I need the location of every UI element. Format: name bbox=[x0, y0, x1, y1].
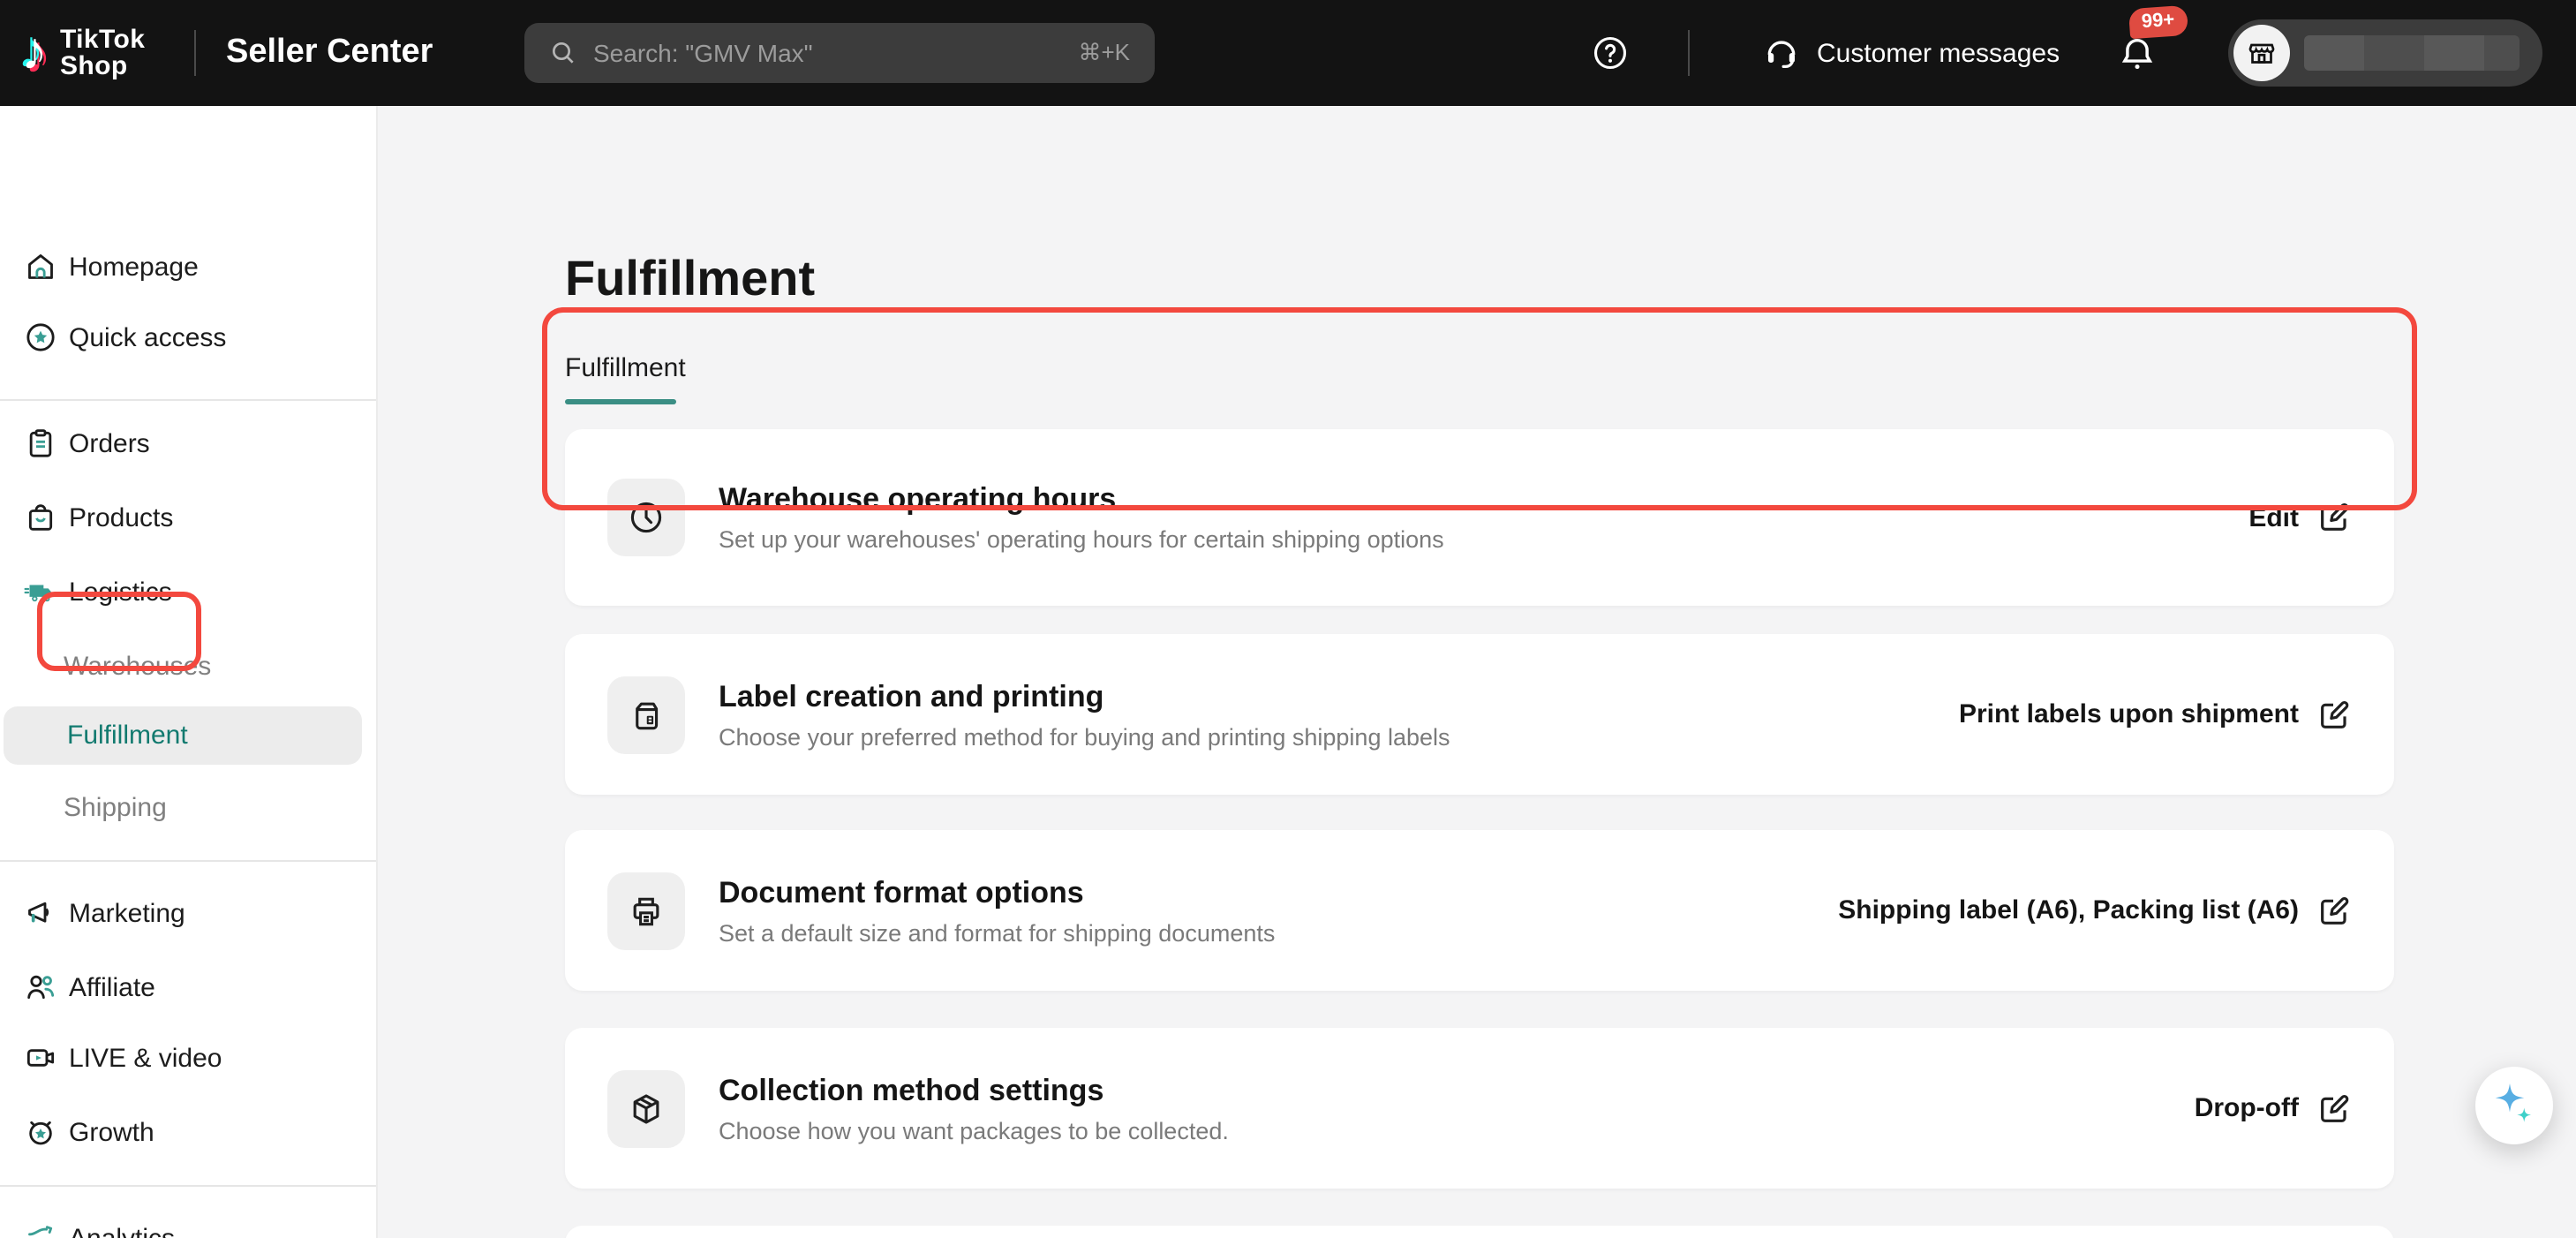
tab-fulfillment[interactable]: Fulfillment bbox=[565, 353, 686, 383]
sidebar-item-homepage[interactable]: Homepage bbox=[0, 242, 378, 291]
edit-icon bbox=[2316, 1091, 2352, 1126]
customer-messages-button[interactable]: Customer messages bbox=[1762, 0, 2060, 106]
sidebar-divider bbox=[0, 399, 376, 401]
headset-icon bbox=[1762, 34, 1801, 72]
truck-icon bbox=[23, 574, 58, 609]
products-icon bbox=[23, 500, 58, 535]
megaphone-icon bbox=[23, 895, 58, 931]
edit-warehouse-hours-button[interactable]: Edit bbox=[2248, 500, 2352, 535]
quick-access-icon bbox=[23, 320, 58, 355]
notifications-button[interactable] bbox=[2117, 34, 2158, 83]
topbar-divider bbox=[194, 30, 196, 76]
card-subtitle: Set up your warehouses' operating hours … bbox=[719, 526, 1444, 553]
card-subtitle: Set a default size and format for shippi… bbox=[719, 919, 1275, 946]
sidebar-item-quick-access[interactable]: Quick access bbox=[0, 313, 378, 362]
affiliate-users-icon bbox=[23, 970, 58, 1005]
storefront-icon bbox=[2246, 37, 2278, 69]
bell-icon bbox=[2117, 34, 2158, 74]
sidebar-nav: Homepage Quick access Orders bbox=[0, 106, 378, 1238]
notification-count-badge: 99+ bbox=[2128, 5, 2188, 39]
package-icon bbox=[607, 1069, 685, 1147]
card-subtitle: Choose how you want packages to be colle… bbox=[719, 1117, 1229, 1144]
search-icon bbox=[549, 39, 577, 67]
product-name: Seller Center bbox=[226, 0, 433, 106]
sidebar-item-products[interactable]: Products bbox=[0, 493, 378, 542]
clock-icon bbox=[607, 479, 685, 556]
sidebar-item-shipping[interactable]: Shipping bbox=[0, 782, 378, 832]
card-title: Warehouse operating hours bbox=[719, 482, 1444, 517]
edit-icon bbox=[2316, 500, 2352, 535]
sidebar-item-logistics[interactable]: Logistics bbox=[0, 567, 378, 616]
search-shortcut: ⌘+K bbox=[1078, 39, 1130, 67]
edit-icon bbox=[2316, 697, 2352, 732]
avatar bbox=[2233, 25, 2290, 81]
home-icon bbox=[23, 249, 58, 284]
ai-assistant-button[interactable] bbox=[2475, 1067, 2553, 1144]
brand-name: TikTok Shop bbox=[60, 26, 145, 79]
edit-document-format-button[interactable]: Shipping label (A6), Packing list (A6) bbox=[1838, 893, 2352, 928]
growth-icon bbox=[23, 1114, 58, 1150]
card-title: Label creation and printing bbox=[719, 679, 1450, 714]
card-label-creation: Label creation and printing Choose your … bbox=[565, 634, 2394, 795]
sidebar-item-marketing[interactable]: Marketing bbox=[0, 888, 378, 938]
help-icon bbox=[1591, 34, 1630, 72]
tab-active-underline bbox=[565, 399, 676, 404]
sidebar-item-fulfillment[interactable]: Fulfillment bbox=[4, 706, 362, 765]
sidebar-item-analytics[interactable]: Analytics bbox=[0, 1213, 378, 1238]
card-title: Document format options bbox=[719, 875, 1275, 910]
search-placeholder: Search: "GMV Max" bbox=[593, 39, 1062, 67]
top-bar: ♪ TikTok Shop Seller Center Search: "GMV… bbox=[0, 0, 2576, 106]
printer-icon bbox=[607, 872, 685, 949]
main-content: Fulfillment Fulfillment Warehouse operat… bbox=[378, 106, 2576, 1238]
card-subtitle: Choose your preferred method for buying … bbox=[719, 723, 1450, 750]
video-camera-icon bbox=[23, 1040, 58, 1076]
edit-collection-method-button[interactable]: Drop-off bbox=[2195, 1091, 2352, 1126]
orders-icon bbox=[23, 426, 58, 461]
account-name-redacted bbox=[2304, 35, 2520, 71]
sidebar-divider bbox=[0, 860, 376, 862]
page-title: Fulfillment bbox=[565, 251, 815, 307]
sidebar-item-warehouses[interactable]: Warehouses bbox=[0, 641, 378, 691]
edit-icon bbox=[2316, 893, 2352, 928]
tiktok-shop-logo[interactable]: ♪ TikTok Shop bbox=[21, 0, 145, 106]
analytics-icon bbox=[23, 1220, 58, 1238]
card-title: Collection method settings bbox=[719, 1073, 1229, 1108]
sparkle-icon bbox=[2488, 1079, 2541, 1132]
topbar-divider bbox=[1688, 30, 1690, 76]
edit-label-printing-button[interactable]: Print labels upon shipment bbox=[1959, 697, 2352, 732]
card-collection-method: Collection method settings Choose how yo… bbox=[565, 1028, 2394, 1189]
card-receipt-generation: Receipt generation method Receipt genera… bbox=[565, 1226, 2394, 1238]
sidebar-item-growth[interactable]: Growth bbox=[0, 1107, 378, 1157]
sidebar-item-affiliate[interactable]: Affiliate bbox=[0, 962, 378, 1012]
sidebar-divider bbox=[0, 1185, 376, 1187]
card-warehouse-operating-hours: Warehouse operating hours Set up your wa… bbox=[565, 429, 2394, 606]
sidebar-item-live-video[interactable]: LIVE & video bbox=[0, 1033, 378, 1083]
tiktok-note-icon: ♪ bbox=[21, 26, 48, 79]
card-document-format: Document format options Set a default si… bbox=[565, 830, 2394, 991]
sidebar-item-orders[interactable]: Orders bbox=[0, 419, 378, 468]
help-button[interactable] bbox=[1591, 34, 1630, 81]
account-menu[interactable] bbox=[2228, 19, 2542, 87]
global-search-input[interactable]: Search: "GMV Max" ⌘+K bbox=[524, 23, 1155, 83]
customer-messages-label: Customer messages bbox=[1817, 38, 2060, 68]
label-icon bbox=[607, 676, 685, 753]
